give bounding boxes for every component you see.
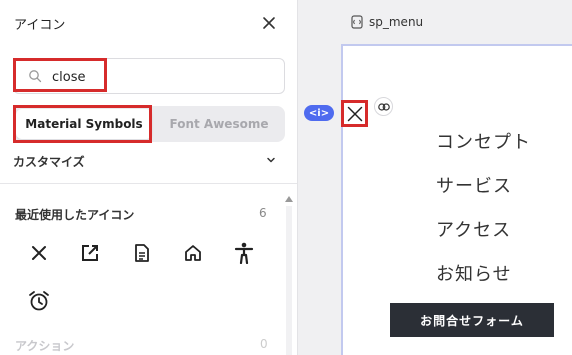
recent-icon-alarm[interactable] [25, 287, 53, 315]
close-panel-button[interactable] [258, 12, 280, 34]
contact-form-button[interactable]: お問合せフォーム [390, 303, 554, 337]
menu-item-news[interactable]: お知らせ [436, 260, 512, 286]
scrollbar-track[interactable] [286, 206, 292, 355]
recent-icon-description[interactable] [128, 239, 156, 267]
icon-panel: アイコン Material Symbols Font Awesome カスタマイ… [0, 0, 298, 355]
accessibility-icon [234, 242, 254, 264]
customize-label: カスタマイズ [13, 155, 85, 169]
design-canvas: sp_menu <i> コンセプト サービス アクセス お知らせ お問合せフォー… [299, 0, 572, 355]
search-input[interactable] [52, 67, 252, 87]
recent-icon-accessibility[interactable] [230, 239, 258, 267]
panel-title: アイコン [14, 18, 66, 33]
component-icon [351, 15, 363, 29]
menu-item-service[interactable]: サービス [436, 172, 512, 198]
close-icon [347, 106, 362, 121]
icon-library-toggle: Material Symbols Font Awesome [13, 106, 285, 142]
customize-toggle[interactable]: カスタマイズ [0, 150, 297, 174]
tab-font-awesome[interactable]: Font Awesome [155, 109, 283, 139]
menu-item-concept[interactable]: コンセプト [436, 128, 531, 154]
alarm-icon [29, 291, 49, 311]
chevron-down-icon [267, 157, 275, 163]
search-box[interactable] [13, 58, 285, 94]
actions-section-title: アクション [15, 339, 75, 353]
selected-close-icon[interactable] [341, 100, 368, 127]
frame-label[interactable]: sp_menu [351, 15, 423, 29]
actions-section-count: 0 [260, 337, 268, 351]
search-icon [29, 70, 42, 83]
home-icon [185, 245, 201, 261]
recent-icon-home[interactable] [179, 239, 207, 267]
recent-icons-count: 6 [259, 206, 267, 220]
close-icon [263, 17, 275, 29]
recent-icon-open-in-new[interactable] [76, 239, 104, 267]
description-icon [135, 244, 149, 262]
frame-name: sp_menu [369, 15, 424, 29]
open-in-new-icon [82, 245, 98, 261]
tab-material-symbols[interactable]: Material Symbols [16, 109, 152, 139]
recent-icons-title: 最近使用したアイコン [15, 208, 135, 222]
section-divider [0, 183, 297, 184]
scroll-up-arrow[interactable] [285, 196, 293, 202]
panel-header: アイコン [0, 0, 297, 46]
link-icon [377, 102, 390, 111]
close-icon [32, 246, 46, 260]
link-button[interactable] [374, 97, 393, 116]
menu-item-access[interactable]: アクセス [436, 216, 511, 242]
recent-icon-close[interactable] [25, 239, 53, 267]
icon-element-tag[interactable]: <i> [304, 105, 334, 121]
